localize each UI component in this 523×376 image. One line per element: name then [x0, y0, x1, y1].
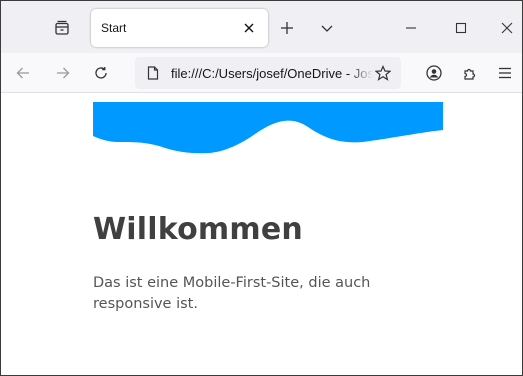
- tab-list-icon[interactable]: [51, 17, 73, 39]
- list-all-tabs-icon[interactable]: [317, 18, 337, 38]
- minimize-icon[interactable]: [401, 18, 421, 38]
- page-content: Willkommen Das ist eine Mobile-First-Sit…: [1, 94, 522, 375]
- account-icon[interactable]: [424, 63, 444, 83]
- navigation-bar: file:///C:/Users/josef/OneDrive - Josef …: [1, 53, 522, 93]
- close-tab-icon[interactable]: [239, 18, 259, 38]
- intro-paragraph: Das ist eine Mobile-First-Site, die auch…: [93, 275, 371, 312]
- tab-strip: Start: [1, 1, 522, 53]
- url-bar[interactable]: file:///C:/Users/josef/OneDrive - Josef …: [135, 57, 401, 89]
- tab-title: Start: [101, 21, 127, 35]
- browser-window: Start file:///C:/Users/josef/OneDrive - …: [0, 0, 523, 376]
- menu-icon[interactable]: [495, 63, 515, 83]
- close-window-icon[interactable]: [497, 18, 517, 38]
- maximize-icon[interactable]: [451, 18, 471, 38]
- bookmark-star-icon[interactable]: [373, 63, 393, 83]
- tab-start[interactable]: Start: [91, 9, 268, 47]
- extensions-icon[interactable]: [460, 63, 480, 83]
- back-icon[interactable]: [13, 63, 33, 83]
- url-text[interactable]: file:///C:/Users/josef/OneDrive - Josef …: [171, 66, 373, 81]
- page-heading: Willkommen: [93, 212, 303, 247]
- new-tab-icon[interactable]: [277, 18, 297, 38]
- forward-icon[interactable]: [53, 63, 73, 83]
- reload-icon[interactable]: [91, 63, 111, 83]
- header-wave: [93, 102, 443, 154]
- page-icon[interactable]: [145, 65, 161, 81]
